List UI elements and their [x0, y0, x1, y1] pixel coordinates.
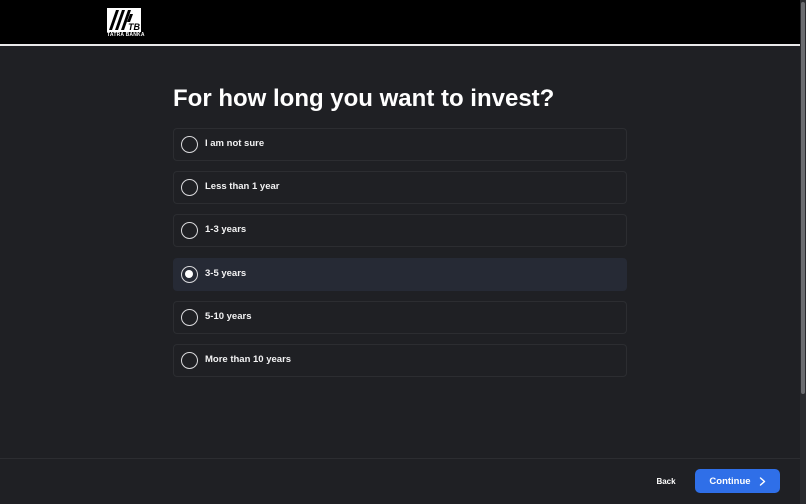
- back-button[interactable]: Back: [648, 471, 684, 491]
- option-1-3-years[interactable]: 1-3 years: [173, 214, 627, 248]
- radio-button[interactable]: [181, 179, 198, 197]
- radio-button-checked[interactable]: [181, 265, 198, 283]
- radio-button[interactable]: [181, 136, 198, 153]
- option-5-10-years[interactable]: 5-10 years: [173, 300, 627, 334]
- option-less-than-1-year[interactable]: Less than 1 year: [173, 171, 627, 205]
- logo-monogram: TB: [128, 22, 140, 32]
- option-label: 1-3 years: [205, 224, 247, 236]
- brand-name: TATRA BANKA: [107, 32, 145, 38]
- scrollbar-thumb[interactable]: [801, 2, 805, 394]
- option-label: 5-10 years: [205, 310, 252, 322]
- footer-divider: [0, 458, 800, 459]
- option-more-than-10-years[interactable]: More than 10 years: [173, 343, 627, 377]
- option-3-5-years[interactable]: 3-5 years: [173, 257, 627, 291]
- logo-mark-icon: TB: [107, 8, 141, 32]
- radio-button[interactable]: [181, 308, 198, 326]
- tatra-banka-logo[interactable]: TB TATRA BANKA: [107, 8, 145, 40]
- page-title: For how long you want to invest?: [173, 85, 555, 112]
- radio-button[interactable]: [181, 222, 198, 240]
- radio-button[interactable]: [181, 351, 198, 369]
- investment-horizon-options: I am not sure Less than 1 year 1-3 years…: [173, 128, 627, 387]
- option-label: 3-5 years: [205, 267, 247, 279]
- option-label: I am not sure: [205, 138, 265, 149]
- option-label: Less than 1 year: [205, 181, 280, 193]
- scrollbar[interactable]: [800, 0, 806, 504]
- option-not-sure[interactable]: I am not sure: [173, 128, 627, 161]
- option-label: More than 10 years: [205, 353, 292, 365]
- continue-button[interactable]: Continue: [695, 469, 780, 493]
- continue-label: Continue: [709, 475, 751, 487]
- top-bar: TB TATRA BANKA: [0, 0, 806, 46]
- chevron-right-icon: [759, 476, 765, 486]
